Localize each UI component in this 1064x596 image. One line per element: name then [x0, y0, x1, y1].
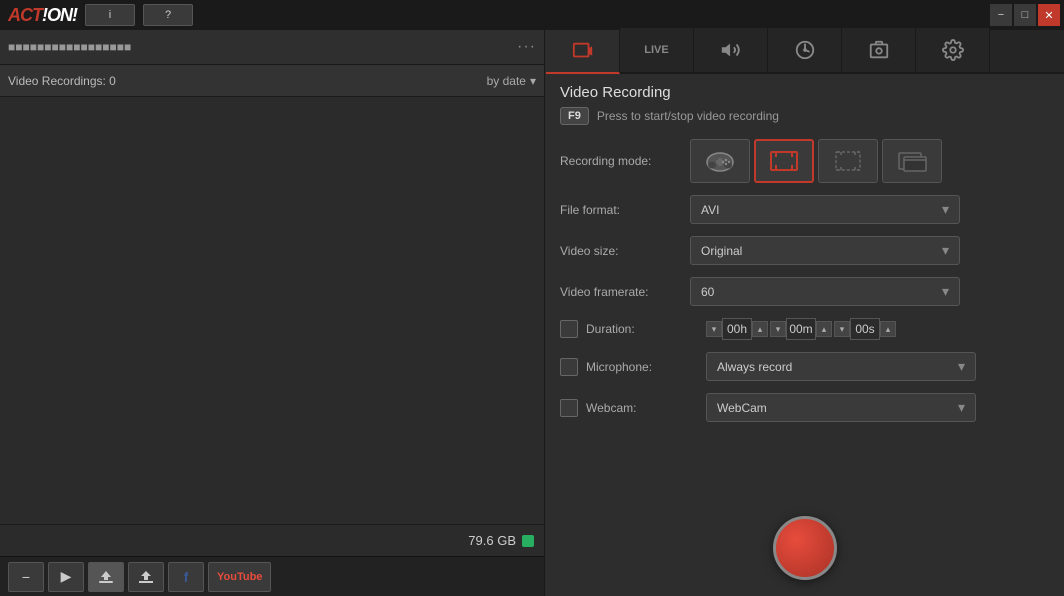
tab-audio[interactable] [694, 28, 768, 72]
facebook-button[interactable]: f [168, 562, 204, 592]
duration-minutes-up[interactable]: ▴ [816, 321, 832, 337]
info-button[interactable]: i [85, 4, 135, 26]
microphone-arrow-icon: ▾ [958, 358, 965, 375]
file-format-dropdown[interactable]: AVI ▾ [690, 195, 960, 224]
sort-arrow-icon: ▾ [530, 74, 536, 88]
app-logo: ACT!ON! [8, 5, 77, 26]
right-panel: LIVE [546, 30, 1064, 596]
tab-live-label: LIVE [644, 44, 668, 56]
tab-screenshot[interactable] [842, 28, 916, 72]
duration-minutes-value: 00m [786, 318, 816, 340]
webcam-dropdown[interactable]: WebCam ▾ [706, 393, 976, 422]
duration-controls: ▾ 00h ▴ ▾ 00m ▴ ▾ 00s ▴ [706, 318, 896, 340]
file-format-value: AVI [701, 203, 719, 217]
upload-button[interactable] [88, 562, 124, 592]
video-size-dropdown[interactable]: Original ▾ [690, 236, 960, 265]
duration-hours-down[interactable]: ▾ [706, 321, 722, 337]
record-button[interactable] [773, 516, 837, 580]
mode-gamepad-button[interactable] [690, 139, 750, 183]
tab-video[interactable] [546, 30, 620, 74]
sort-button[interactable]: by date ▾ [487, 74, 536, 88]
bottom-toolbar: − ▶ f YouTube [0, 556, 544, 596]
tab-bar: LIVE [546, 30, 1064, 74]
app-header: ACT!ON! i ? [0, 0, 545, 30]
minimize-button[interactable]: − [990, 4, 1012, 26]
tab-live[interactable]: LIVE [620, 28, 694, 72]
shortcut-description: Press to start/stop video recording [597, 109, 779, 123]
microphone-row: Microphone: Always record ▾ [560, 352, 1050, 381]
duration-hours-up[interactable]: ▴ [752, 321, 768, 337]
vr-shortcut-row: F9 Press to start/stop video recording [560, 107, 1050, 125]
mode-fullscreen-button[interactable] [754, 139, 814, 183]
video-framerate-value: 60 [701, 285, 714, 299]
video-size-label: Video size: [560, 244, 690, 258]
duration-seconds-up[interactable]: ▴ [880, 321, 896, 337]
maximize-button[interactable]: □ [1014, 4, 1036, 26]
shortcut-key-badge: F9 [560, 107, 589, 125]
recording-mode-label: Recording mode: [560, 154, 690, 168]
video-size-value: Original [701, 244, 742, 258]
sort-label: by date [487, 74, 526, 88]
microphone-label: Microphone: [586, 360, 706, 374]
recording-mode-row: Recording mode: [560, 139, 1050, 183]
help-button[interactable]: ? [143, 4, 193, 26]
webcam-value: WebCam [717, 401, 767, 415]
duration-seconds-unit: ▾ 00s ▴ [834, 318, 896, 340]
webcam-label: Webcam: [586, 401, 706, 415]
video-framerate-arrow-icon: ▾ [942, 283, 949, 300]
content-area [0, 97, 544, 524]
microphone-dropdown[interactable]: Always record ▾ [706, 352, 976, 381]
video-framerate-row: Video framerate: 60 ▾ [560, 277, 1050, 306]
microphone-value: Always record [717, 360, 792, 374]
video-recording-title: Video Recording [560, 84, 1050, 101]
mode-region-button[interactable] [818, 139, 878, 183]
recordings-bar: Video Recordings: 0 by date ▾ [0, 65, 544, 97]
duration-hours-unit: ▾ 00h ▴ [706, 318, 768, 340]
video-framerate-label: Video framerate: [560, 285, 690, 299]
recordings-label: Video Recordings: 0 [8, 74, 116, 88]
mode-buttons [690, 139, 942, 183]
video-size-row: Video size: Original ▾ [560, 236, 1050, 265]
record-button-area [546, 506, 1064, 596]
close-button[interactable]: ✕ [1038, 4, 1060, 26]
minus-button[interactable]: − [8, 562, 44, 592]
duration-hours-value: 00h [722, 318, 752, 340]
share-button[interactable] [128, 562, 164, 592]
file-format-arrow-icon: ▾ [942, 201, 949, 218]
webcam-row: Webcam: WebCam ▾ [560, 393, 1050, 422]
duration-label: Duration: [586, 322, 706, 336]
left-panel-title: ■■■■■■■■■■■■■■■■■ [8, 40, 131, 54]
file-format-row: File format: AVI ▾ [560, 195, 1050, 224]
video-size-arrow-icon: ▾ [942, 242, 949, 259]
play-button[interactable]: ▶ [48, 562, 84, 592]
tab-settings[interactable] [916, 28, 990, 72]
left-panel: ■■■■■■■■■■■■■■■■■ ··· Video Recordings: … [0, 30, 545, 596]
duration-minutes-unit: ▾ 00m ▴ [770, 318, 832, 340]
duration-checkbox[interactable] [560, 320, 578, 338]
file-format-label: File format: [560, 203, 690, 217]
youtube-button[interactable]: YouTube [208, 562, 271, 592]
storage-indicator [522, 535, 534, 547]
duration-minutes-down[interactable]: ▾ [770, 321, 786, 337]
storage-bar: 79.6 GB [0, 524, 544, 556]
webcam-arrow-icon: ▾ [958, 399, 965, 416]
video-framerate-dropdown[interactable]: 60 ▾ [690, 277, 960, 306]
storage-label: 79.6 GB [468, 533, 516, 548]
video-recording-section: Video Recording F9 Press to start/stop v… [546, 74, 1064, 506]
more-button[interactable]: ··· [517, 38, 536, 56]
duration-seconds-down[interactable]: ▾ [834, 321, 850, 337]
duration-seconds-value: 00s [850, 318, 880, 340]
webcam-checkbox[interactable] [560, 399, 578, 417]
tab-benchmark[interactable] [768, 28, 842, 72]
mode-window-button[interactable] [882, 139, 942, 183]
duration-row: Duration: ▾ 00h ▴ ▾ 00m ▴ ▾ 00s [560, 318, 1050, 340]
microphone-checkbox[interactable] [560, 358, 578, 376]
left-top-bar: ■■■■■■■■■■■■■■■■■ ··· [0, 30, 544, 65]
